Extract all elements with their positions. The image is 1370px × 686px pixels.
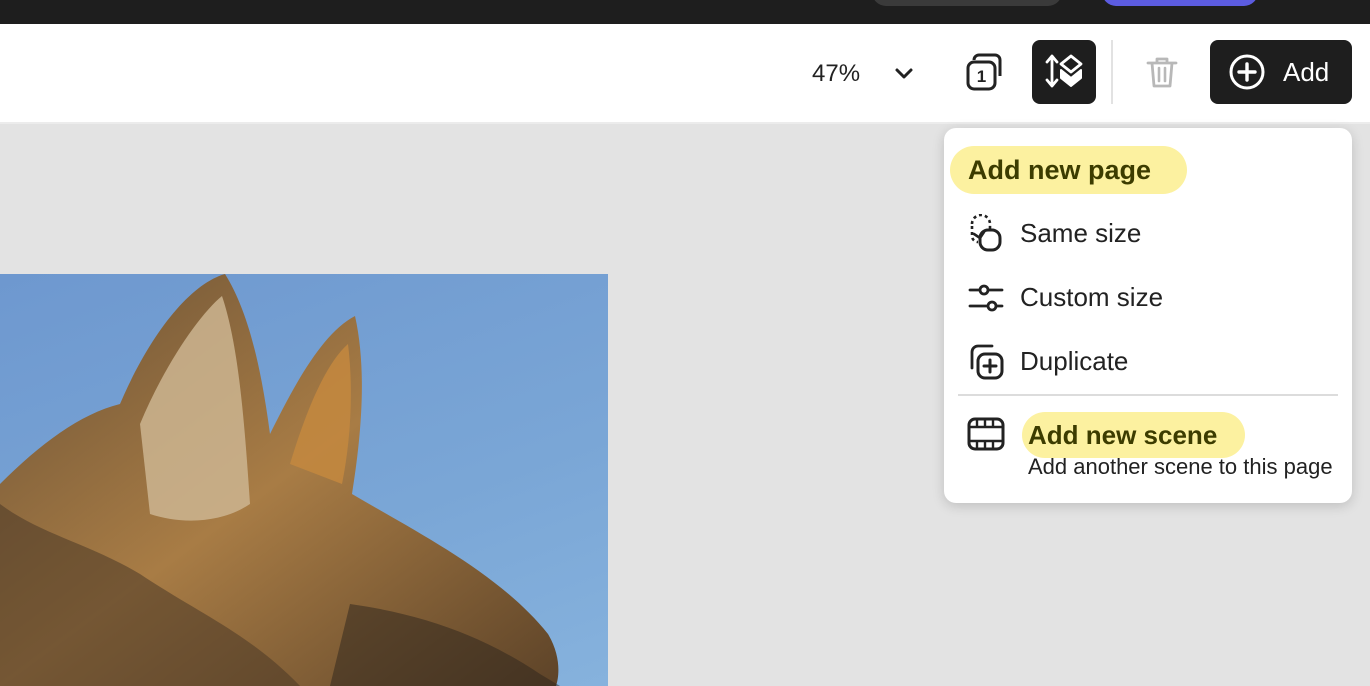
menu-divider	[958, 394, 1338, 396]
add-menu-popover: Add new page Same size Custom size Dupli…	[944, 128, 1352, 503]
duplicate-icon	[964, 342, 1008, 382]
arrange-layers-icon	[1045, 54, 1083, 88]
menu-item-duplicate[interactable]: Duplicate	[944, 332, 1352, 388]
duplicate-label: Duplicate	[1020, 346, 1129, 376]
sliders-icon	[964, 278, 1008, 318]
toolbar-divider	[1111, 40, 1113, 104]
same-size-icon	[964, 214, 1008, 254]
add-new-page-heading[interactable]: Add new page	[950, 146, 1188, 194]
menu-item-same-size[interactable]: Same size	[944, 204, 1352, 260]
add-button-label: Add	[1283, 56, 1330, 87]
trash-icon	[1146, 57, 1178, 88]
zoom-dropdown[interactable]	[888, 58, 920, 90]
top-bar-pill[interactable]	[872, 0, 1062, 6]
top-bar-primary-pill[interactable]	[1102, 0, 1258, 6]
menu-item-add-new-scene[interactable]: Add new scene Add another scene to this …	[944, 408, 1352, 488]
add-new-scene-label: Add new scene	[1022, 412, 1246, 458]
arrange-layers-button[interactable]	[1032, 40, 1096, 104]
custom-size-label: Custom size	[1020, 282, 1164, 312]
editor-toolbar: 47% 1 Add	[0, 24, 1370, 124]
same-size-label: Same size	[1020, 218, 1142, 248]
plus-circle-icon	[1228, 53, 1266, 91]
svg-text:1: 1	[977, 67, 986, 86]
delete-button[interactable]	[1130, 40, 1194, 104]
film-icon	[964, 414, 1008, 454]
menu-item-custom-size[interactable]: Custom size	[944, 268, 1352, 324]
canvas-image-dog[interactable]	[0, 274, 608, 686]
pages-button[interactable]: 1	[952, 40, 1016, 104]
zoom-level[interactable]: 47%	[812, 60, 860, 88]
pages-count-icon: 1	[966, 53, 1002, 91]
dog-photo-illustration	[0, 274, 560, 686]
chevron-down-icon	[895, 68, 913, 79]
add-button[interactable]: Add	[1210, 40, 1352, 104]
app-top-bar	[0, 0, 1370, 24]
add-new-scene-description: Add another scene to this page	[1028, 454, 1333, 479]
